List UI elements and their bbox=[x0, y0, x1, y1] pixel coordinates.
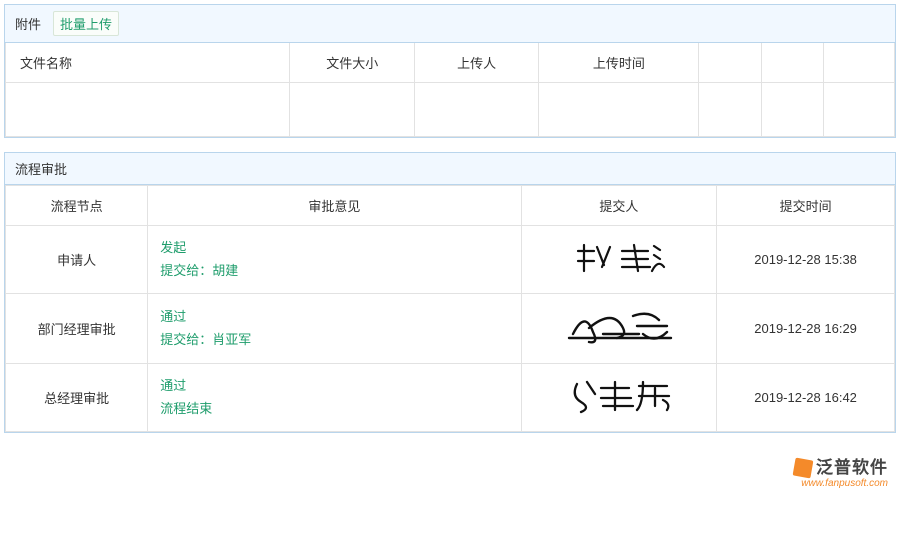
attachments-header: 附件 批量上传 bbox=[5, 5, 895, 43]
col-blank-1 bbox=[699, 43, 761, 83]
brand-url: www.fanpusoft.com bbox=[794, 478, 888, 489]
approval-title: 流程审批 bbox=[15, 159, 67, 178]
col-upload-time: 上传时间 bbox=[539, 43, 699, 83]
submit-time-cell: 2019-12-28 15:38 bbox=[717, 226, 895, 294]
attachments-title: 附件 bbox=[15, 14, 41, 33]
signature-icon bbox=[564, 237, 674, 279]
col-submitter: 提交人 bbox=[521, 186, 717, 226]
col-blank-3 bbox=[823, 43, 894, 83]
approval-row: 总经理审批 通过 流程结束 2019- bbox=[6, 363, 895, 431]
opinion-to-label: 流程结束 bbox=[160, 401, 212, 416]
opinion-to: 流程结束 bbox=[160, 397, 512, 420]
node-cell: 部门经理审批 bbox=[6, 293, 148, 363]
submitter-cell bbox=[521, 293, 717, 363]
col-file-size: 文件大小 bbox=[290, 43, 414, 83]
submit-time-cell: 2019-12-28 16:42 bbox=[717, 363, 895, 431]
opinion-action: 通过 bbox=[160, 374, 512, 397]
approval-table: 流程节点 审批意见 提交人 提交时间 申请人 发起 提交给：胡建 bbox=[5, 185, 895, 432]
col-node: 流程节点 bbox=[6, 186, 148, 226]
attachments-empty-row bbox=[6, 83, 895, 137]
approval-header: 流程审批 bbox=[5, 153, 895, 185]
col-opinion: 审批意见 bbox=[148, 186, 521, 226]
approval-panel: 流程审批 流程节点 审批意见 提交人 提交时间 申请人 发起 提交给：胡建 bbox=[4, 152, 896, 433]
opinion-cell: 发起 提交给：胡建 bbox=[148, 226, 521, 294]
bulk-upload-button[interactable]: 批量上传 bbox=[53, 11, 119, 36]
node-cell: 申请人 bbox=[6, 226, 148, 294]
attachments-table: 文件名称 文件大小 上传人 上传时间 bbox=[5, 43, 895, 137]
opinion-cell: 通过 提交给：肖亚军 bbox=[148, 293, 521, 363]
signature-icon bbox=[559, 374, 679, 418]
opinion-cell: 通过 流程结束 bbox=[148, 363, 521, 431]
submit-time-cell: 2019-12-28 16:29 bbox=[717, 293, 895, 363]
attachments-header-row: 文件名称 文件大小 上传人 上传时间 bbox=[6, 43, 895, 83]
opinion-to: 提交给：胡建 bbox=[160, 259, 512, 282]
brand: 泛普软件 www.fanpusoft.com bbox=[794, 459, 888, 489]
footer: 泛普软件 www.fanpusoft.com bbox=[4, 447, 896, 491]
submitter-cell bbox=[521, 363, 717, 431]
opinion-to: 提交给：肖亚军 bbox=[160, 328, 512, 351]
opinion-to-name: 肖亚军 bbox=[212, 332, 251, 347]
brand-logo-icon bbox=[793, 458, 814, 479]
attachments-panel: 附件 批量上传 文件名称 文件大小 上传人 上传时间 bbox=[4, 4, 896, 138]
col-submit-time: 提交时间 bbox=[717, 186, 895, 226]
col-uploader: 上传人 bbox=[414, 43, 538, 83]
col-blank-2 bbox=[761, 43, 823, 83]
node-cell: 总经理审批 bbox=[6, 363, 148, 431]
submitter-cell bbox=[521, 226, 717, 294]
opinion-to-label: 提交给： bbox=[160, 332, 212, 347]
col-file-name: 文件名称 bbox=[6, 43, 290, 83]
approval-row: 申请人 发起 提交给：胡建 2019-12-28 15:38 bbox=[6, 226, 895, 294]
opinion-to-name: 胡建 bbox=[212, 263, 238, 278]
opinion-action: 发起 bbox=[160, 236, 512, 259]
opinion-to-label: 提交给： bbox=[160, 263, 212, 278]
brand-name: 泛普软件 bbox=[816, 459, 888, 478]
approval-header-row: 流程节点 审批意见 提交人 提交时间 bbox=[6, 186, 895, 226]
approval-row: 部门经理审批 通过 提交给：肖亚军 bbox=[6, 293, 895, 363]
opinion-action: 通过 bbox=[160, 305, 512, 328]
signature-icon bbox=[559, 304, 679, 350]
